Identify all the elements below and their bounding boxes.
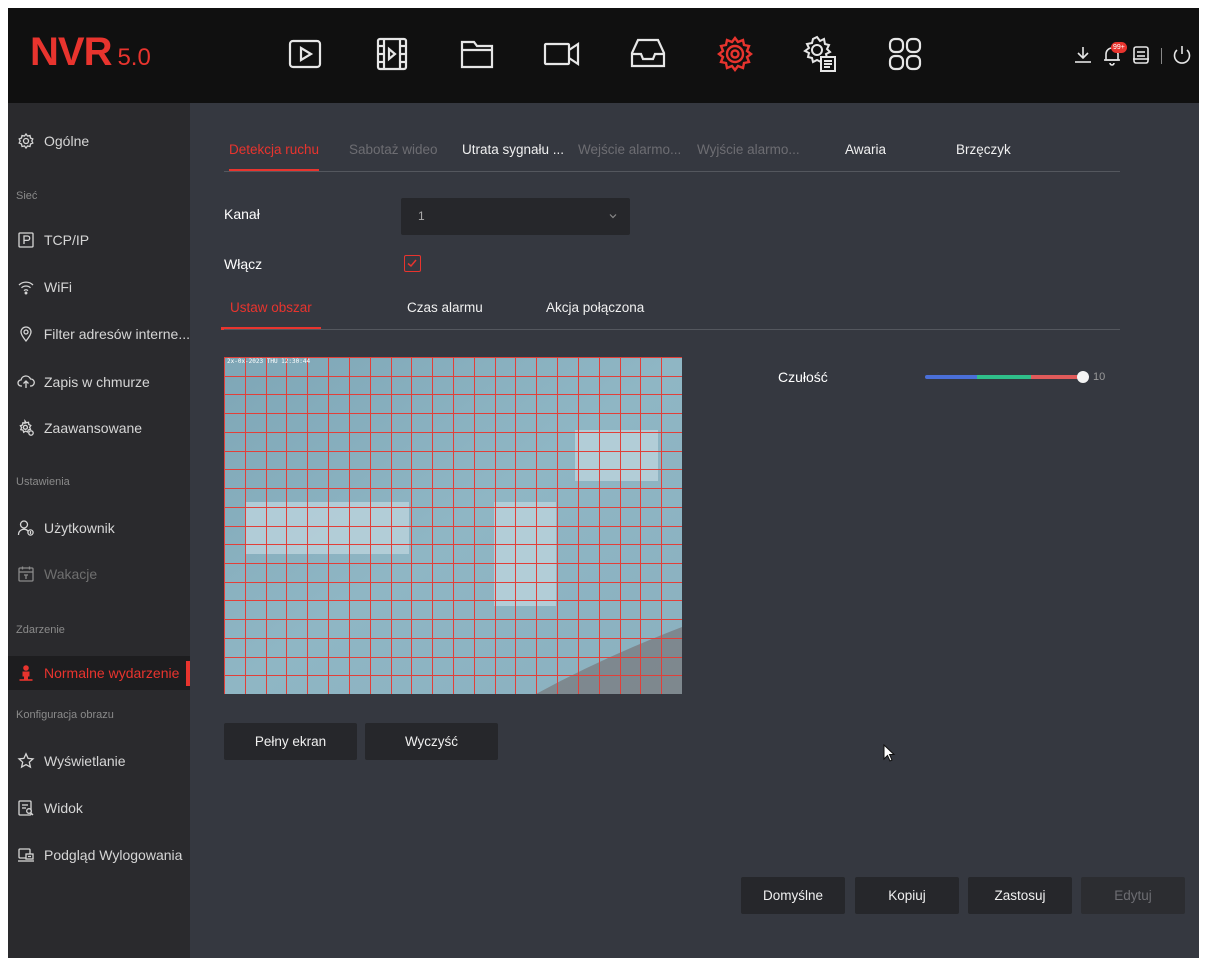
subtab-set-area[interactable]: Ustaw obszar (221, 300, 321, 330)
toolbar-divider (1161, 48, 1162, 64)
sidebar-item-view[interactable]: Widok (8, 791, 190, 825)
sidebar-item-label: Widok (44, 800, 83, 816)
sensitivity-value: 10 (1093, 371, 1106, 383)
sidebar-item-label: Podgląd Wylogowania (44, 847, 183, 863)
motion-area-video[interactable]: 2x-0x-2023 THU 12:30:44 (224, 357, 682, 694)
copy-button[interactable]: Kopiuj (855, 877, 959, 914)
power-icon[interactable] (1171, 44, 1193, 66)
camera-icon[interactable] (541, 33, 583, 75)
sidebar-group-settings: Ustawienia (16, 476, 70, 488)
parking-p-icon (16, 230, 36, 250)
channel-value: 1 (418, 209, 425, 223)
sidebar-item-display[interactable]: Wyświetlanie (8, 744, 190, 778)
cloud-upload-icon (16, 372, 36, 392)
folder-icon[interactable] (456, 33, 498, 75)
sidebar-group-image: Konfiguracja obrazu (16, 709, 114, 721)
video-osd: 2x-0x-2023 THU 12:30:44 (227, 358, 310, 365)
settings-gear-icon[interactable] (714, 33, 756, 75)
sidebar-item-label: Filter adresów interne... (43, 326, 190, 342)
sidebar-item-label: Użytkownik (44, 520, 115, 536)
slider-thumb[interactable] (1077, 371, 1089, 383)
tabs-divider (224, 171, 1120, 172)
subtabs-divider (224, 329, 1120, 330)
sidebar-item-tcpip[interactable]: TCP/IP (8, 223, 190, 257)
advanced-settings-icon[interactable] (798, 33, 840, 75)
play-icon[interactable] (284, 33, 326, 75)
person-alert-icon (16, 663, 36, 683)
sidebar-item-user[interactable]: Użytkownik (8, 511, 190, 545)
top-bar: NVR 5.0 99+ (8, 8, 1199, 103)
notification-badge: 99+ (1111, 42, 1127, 53)
user-icon (16, 518, 36, 538)
sidebar-item-label: Wakacje (44, 566, 98, 582)
sidebar: Ogólne Sieć TCP/IP WiFi Filter adresów i… (8, 103, 190, 958)
location-pin-icon (16, 324, 36, 344)
edit-button[interactable]: Edytuj (1081, 877, 1185, 914)
star-icon (16, 751, 36, 771)
app-window: NVR 5.0 99+ Ogólne Sieć TCP/IP WiFi Filt… (8, 8, 1199, 958)
sidebar-item-wifi[interactable]: WiFi (8, 270, 190, 304)
sidebar-item-general[interactable]: Ogólne (8, 124, 190, 158)
wifi-icon (16, 277, 36, 297)
sidebar-group-event: Zdarzenie (16, 624, 65, 636)
logo-text: NVR (30, 30, 112, 74)
motion-grid[interactable]: 2x-0x-2023 THU 12:30:44 (224, 357, 682, 694)
channel-label: Kanał (224, 206, 260, 222)
sensitivity-slider[interactable]: 10 (925, 369, 1105, 385)
document-search-icon (16, 798, 36, 818)
sidebar-group-network: Sieć (16, 190, 38, 202)
logo: NVR 5.0 (30, 30, 151, 80)
sidebar-item-cloud[interactable]: Zapis w chmurze (8, 365, 190, 399)
sidebar-item-label: Ogólne (44, 133, 90, 149)
playback-film-icon[interactable] (371, 33, 413, 75)
chevron-down-icon (609, 214, 617, 219)
apps-grid-icon[interactable] (884, 33, 926, 75)
sidebar-item-ip-filter[interactable]: Filter adresów interne... (8, 317, 190, 351)
tab-buzzer[interactable]: Brzęczyk (956, 142, 1011, 172)
default-button[interactable]: Domyślne (741, 877, 845, 914)
advanced-gear-icon (16, 418, 36, 438)
enable-label: Włącz (224, 256, 263, 272)
enable-checkbox[interactable] (404, 255, 421, 272)
logo-version: 5.0 (117, 44, 151, 71)
checkmark-icon (407, 259, 417, 268)
download-icon[interactable] (1072, 44, 1094, 66)
clear-button[interactable]: Wyczyść (365, 723, 498, 760)
sidebar-item-label: Wyświetlanie (44, 753, 126, 769)
sidebar-item-label: WiFi (44, 279, 72, 295)
tab-failure[interactable]: Awaria (845, 142, 886, 172)
sidebar-item-holidays[interactable]: Wakacje (8, 557, 190, 591)
sidebar-item-label: Normalne wydarzenie (44, 665, 180, 681)
sidebar-item-advanced[interactable]: Zaawansowane (8, 411, 190, 445)
tab-motion-detection[interactable]: Detekcja ruchu (229, 142, 320, 172)
tab-alarm-output[interactable]: Wyjście alarmo... (697, 142, 800, 172)
subtab-alarm-schedule[interactable]: Czas alarmu (407, 300, 483, 330)
sidebar-item-label: TCP/IP (44, 232, 90, 248)
gear-icon (16, 131, 36, 151)
channel-select[interactable]: 1 (401, 198, 630, 235)
mouse-cursor-icon (883, 744, 896, 762)
monitor-icon (16, 845, 36, 865)
tab-alarm-input[interactable]: Wejście alarmo... (578, 142, 681, 172)
apply-button[interactable]: Zastosuj (968, 877, 1072, 914)
sidebar-item-label: Zapis w chmurze (44, 374, 150, 390)
tab-video-tamper[interactable]: Sabotaż wideo (349, 142, 438, 172)
sidebar-item-normal-event[interactable]: Normalne wydarzenie (8, 656, 190, 690)
info-log-icon[interactable] (1130, 44, 1152, 66)
sidebar-item-label: Zaawansowane (44, 420, 143, 436)
alarm-bell-icon[interactable]: 99+ (1101, 42, 1127, 66)
slider-track (925, 375, 1083, 379)
subtab-linked-action[interactable]: Akcja połączona (546, 300, 644, 330)
fullscreen-button[interactable]: Pełny ekran (224, 723, 357, 760)
sidebar-item-logout-preview[interactable]: Podgląd Wylogowania (8, 838, 190, 872)
sensitivity-label: Czułość (778, 369, 828, 385)
tab-signal-loss[interactable]: Utrata sygnału ... (462, 142, 564, 172)
calendar-icon (16, 564, 36, 584)
storage-tray-icon[interactable] (627, 33, 669, 75)
